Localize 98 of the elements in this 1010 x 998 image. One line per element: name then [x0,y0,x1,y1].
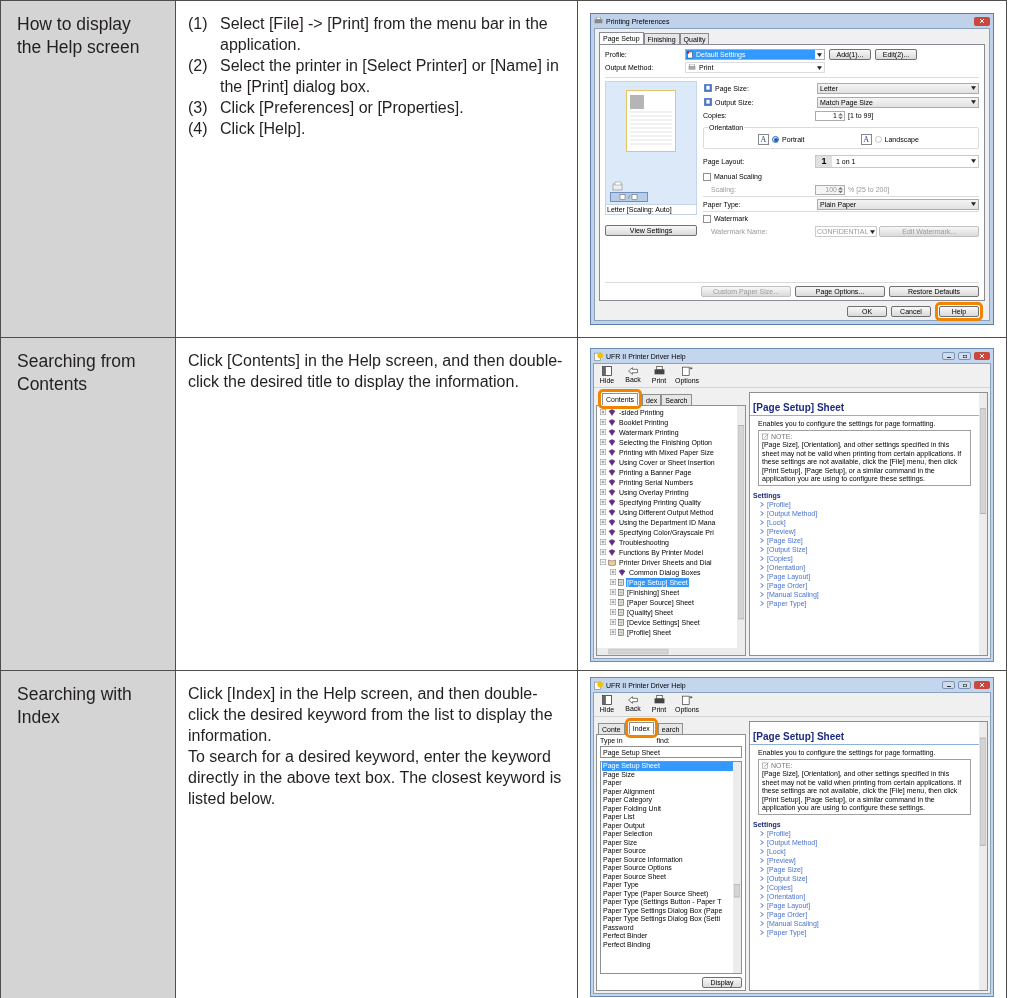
expand-icon[interactable] [600,459,606,465]
expand-icon[interactable] [610,579,616,585]
minimize-icon [946,686,951,687]
expand-icon[interactable] [610,569,616,575]
row-heading: How to display the Help screen [17,13,141,59]
close-icon [980,19,984,23]
radio-button[interactable] [772,136,779,143]
open-book-icon [608,558,616,566]
close-button[interactable] [974,352,990,360]
spin-arrows-icon [838,185,843,194]
collapse-icon[interactable] [600,559,606,565]
expand-icon[interactable] [600,439,606,445]
expand-icon[interactable] [600,539,606,545]
expand-icon[interactable] [610,629,616,635]
dropdown-caret-icon [870,229,876,234]
back-arrow-icon [628,696,638,704]
hide-pane-icon [602,695,612,705]
minimize-button[interactable] [942,681,955,689]
back-arrow-icon [628,367,638,375]
close-button[interactable] [974,681,990,689]
close-button[interactable] [974,16,990,26]
maximize-button[interactable] [958,681,971,689]
printer-icon [653,366,665,376]
minimize-icon [946,357,951,358]
note-icon [762,433,769,440]
help-icon [594,351,603,361]
expand-icon[interactable] [600,509,606,515]
help-icon [594,680,603,690]
orientation-letter-icon: A [860,134,872,145]
dropdown-caret-icon [817,52,822,57]
dropdown-caret-icon [971,159,976,163]
page-icon [618,608,624,616]
expand-icon[interactable] [610,619,616,625]
orientation-letter-icon: A [758,134,769,145]
step-number: (3) [188,98,209,118]
topic-heading: [Page Setup] Sheet [750,401,979,416]
printer-icon [612,181,624,192]
dropdown-caret-icon [817,65,822,70]
close-icon [980,683,984,687]
book-icon [618,568,626,576]
maximize-icon [962,683,967,687]
radio-button[interactable] [874,136,882,143]
printer-icon [653,695,665,705]
step-text: Click [Help]. [220,119,306,139]
expand-icon[interactable] [600,549,606,555]
layout-badge: 1 [816,155,832,167]
expand-icon[interactable] [600,429,606,435]
step-text: Select [File] -> [Print] from the menu bar in the application. [220,14,549,55]
expand-icon[interactable] [600,479,606,485]
options-icon [681,695,693,705]
printer-icon [688,64,696,71]
checkbox[interactable] [703,214,711,223]
dropdown-caret-icon [971,86,976,90]
expand-icon[interactable] [600,499,606,505]
expand-icon[interactable] [600,419,606,425]
dropdown-caret-icon [971,100,976,104]
expand-icon[interactable] [610,589,616,595]
expand-icon[interactable] [600,519,606,525]
page-icon [618,628,624,636]
page-icon [618,588,624,596]
row-heading: Searching with Index [17,683,133,729]
checkbox[interactable] [703,172,711,181]
topic-heading: [Page Setup] Sheet [750,730,979,745]
step-text: Select the printer in [Select Printer] or [Name] in the [Print] dialog box. [220,56,560,97]
hide-pane-icon [602,366,612,376]
expand-icon[interactable] [600,529,606,535]
pages-icon [618,194,640,200]
expand-icon[interactable] [610,599,616,605]
step-number: (2) [188,56,209,76]
expand-icon[interactable] [610,609,616,615]
expand-icon[interactable] [600,409,606,415]
step-number: (4) [188,119,209,139]
spin-arrows-icon [838,111,843,120]
instruction-text: Click [Index] in the Help screen, and then double-click the desired keyword from the list to display the information. [188,684,554,746]
expand-icon[interactable] [600,469,606,475]
minimize-button[interactable] [942,352,955,360]
close-icon [980,354,984,358]
printer-icon [594,17,603,25]
expand-icon[interactable] [600,489,606,495]
instruction-text: Click [Contents] in the Help screen, and then double-click the desired title to display the information. [188,351,564,392]
page-icon [618,618,624,626]
maximize-button[interactable] [958,352,971,360]
instruction-text: To search for a desired keyword, enter the keyword directly in the above text box. The closest keyword is listed below. [188,747,563,809]
preview-toggle-button[interactable] [610,192,648,202]
step-number: (1) [188,14,209,34]
page-icon [703,97,713,107]
document-icon [687,50,693,59]
expand-icon[interactable] [600,449,606,455]
dropdown-caret-icon [971,202,976,206]
page-icon [703,83,713,93]
row-heading: Searching from Contents [17,350,137,396]
maximize-icon [962,354,967,358]
page-icon [618,598,624,606]
step-text: Click [Preferences] or [Properties]. [220,98,464,118]
options-icon [681,366,693,376]
page-icon [618,578,624,586]
note-icon [762,762,769,769]
page-preview-drawing [626,90,676,152]
